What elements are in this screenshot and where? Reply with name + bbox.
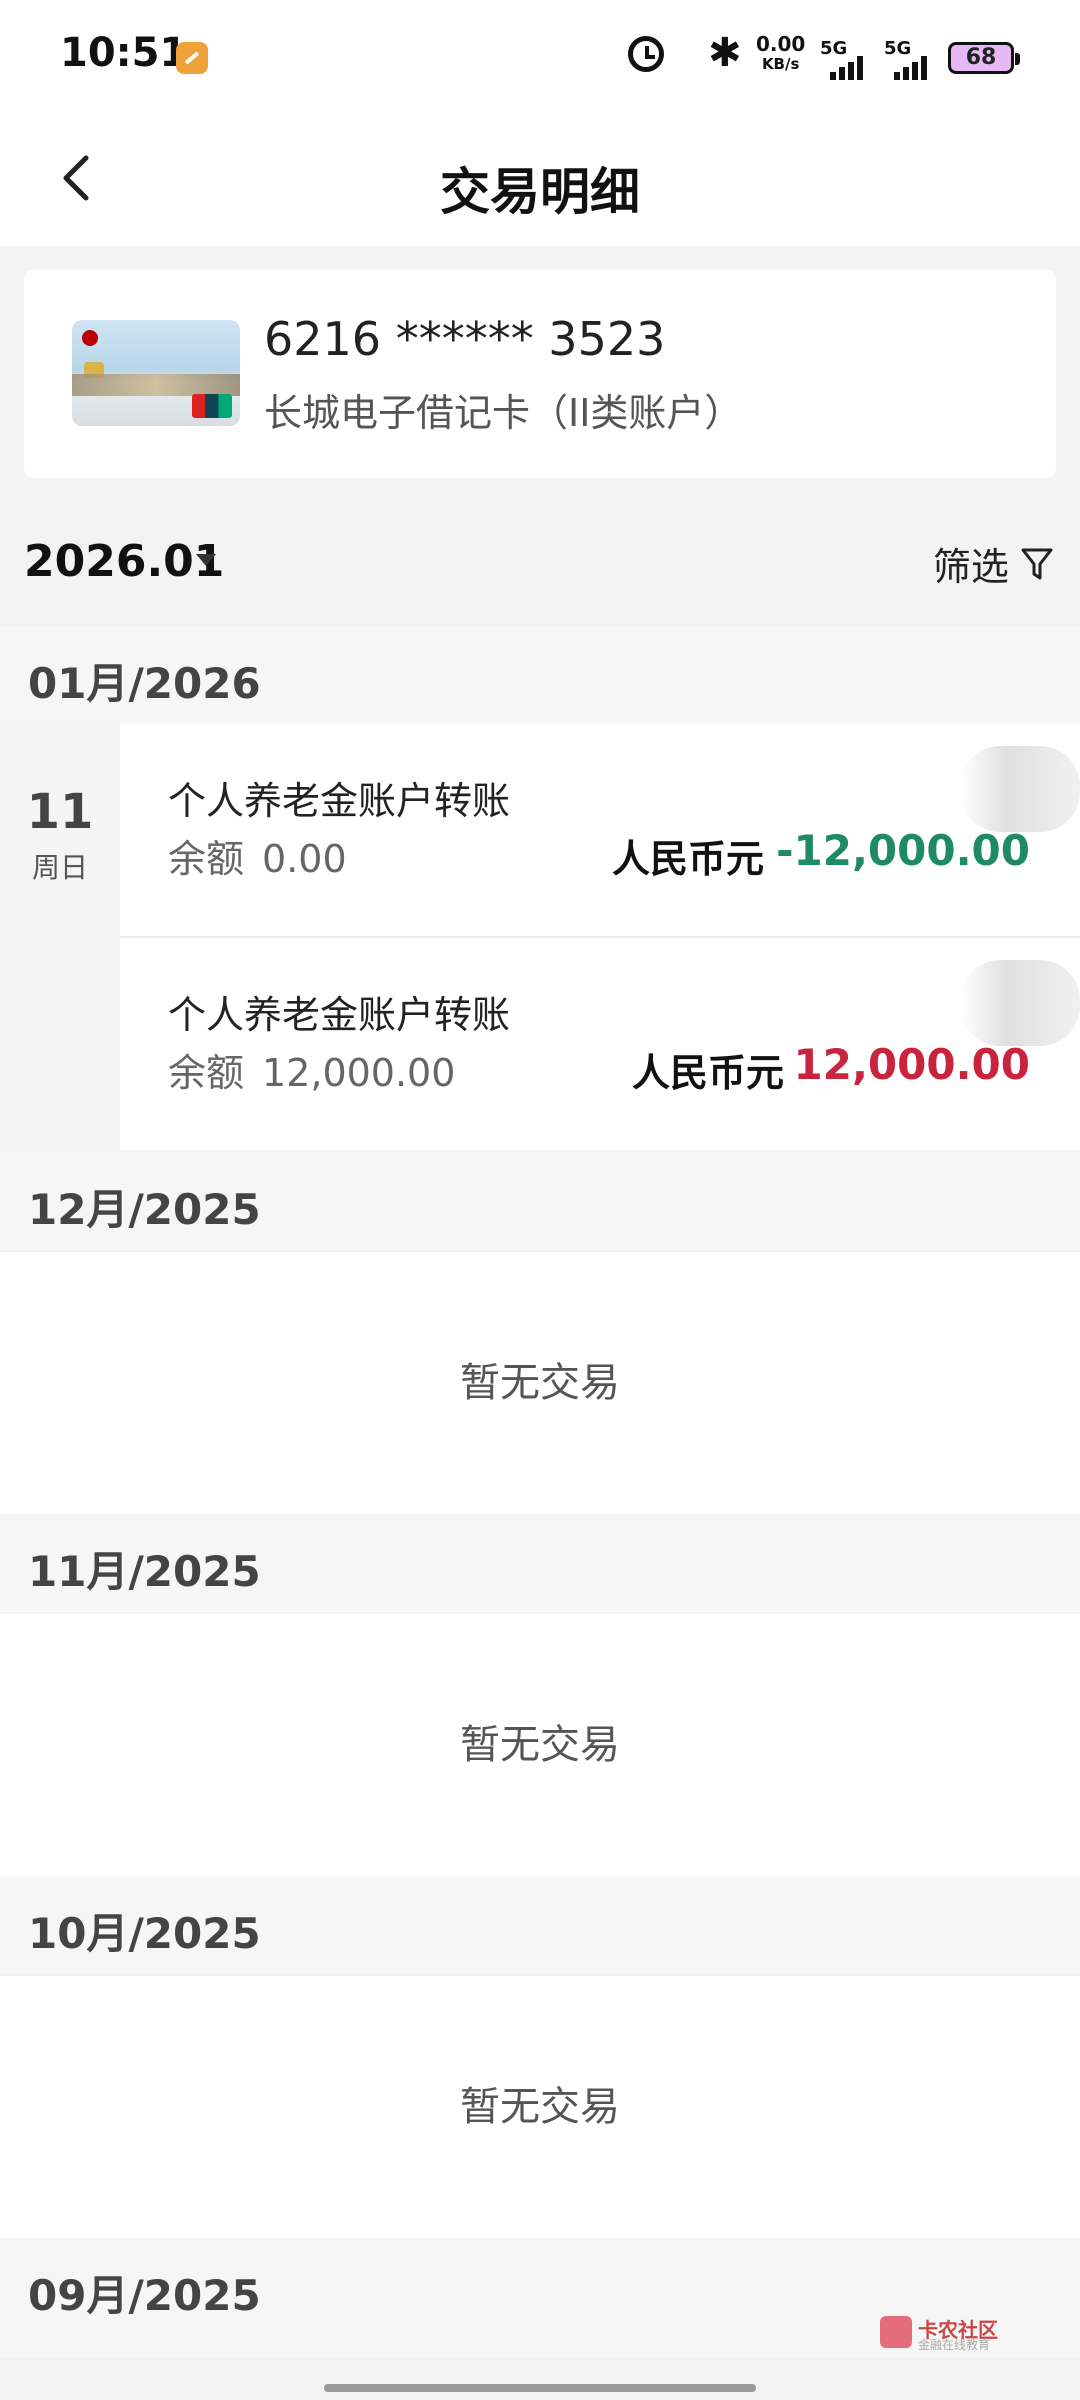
transaction-currency: 人民币元 (632, 1051, 785, 1095)
app-notification-icon (176, 42, 208, 74)
network-speed-value: 0.00 (756, 32, 806, 56)
transaction-row[interactable]: 个人养老金账户转账 余额 0.00 人民币元 -12,000.00 (120, 724, 1080, 938)
bank-card-info[interactable]: 6216 ****** 3523 长城电子借记卡（II类账户） (24, 270, 1056, 478)
date-column: 11 周日 (0, 724, 120, 1152)
network-speed-unit: KB/s (761, 55, 800, 73)
transaction-row[interactable]: 个人养老金账户转账 余额 12,000.00 人民币元 12,000.00 (120, 938, 1080, 1150)
battery-icon: 68 (948, 42, 1020, 74)
month-header-label: 12月/2025 (28, 1185, 261, 1234)
month-header-label: 11月/2025 (28, 1547, 261, 1596)
month-header: 11月/2025 (0, 1514, 1080, 1612)
redacted-mark (960, 746, 1080, 832)
signal-icon-2 (894, 56, 934, 80)
network-speed: 0.00 KB/s (756, 34, 805, 74)
status-icons: ✱ 0.00 KB/s 5G 5G 68 (600, 28, 1080, 88)
balance-label: 余额 (168, 1051, 245, 1095)
empty-state: 暂无交易 (0, 1976, 1080, 2238)
alarm-icon (628, 36, 664, 72)
page-title: 交易明细 (440, 163, 640, 221)
transaction-day-group: 11 周日 个人养老金账户转账 余额 0.00 人民币元 -12,000.00 个… (0, 724, 1080, 1152)
month-header: 01月/2026 (0, 626, 1080, 724)
bank-logo-icon (82, 330, 98, 346)
transaction-balance: 余额 0.00 (168, 828, 347, 883)
month-header: 12月/2025 (0, 1152, 1080, 1250)
balance-value: 12,000.00 (262, 1051, 456, 1095)
empty-state: 暂无交易 (0, 1252, 1080, 1514)
filter-row: 2026.01 筛选 (0, 500, 1080, 624)
transaction-amount: 12,000.00 (793, 1040, 1030, 1089)
date-day: 11 (26, 784, 94, 840)
funnel-icon (1021, 548, 1053, 579)
unionpay-logo-icon (192, 394, 232, 418)
month-header-label: 09月/2025 (28, 2271, 261, 2320)
bluetooth-icon: ✱ (708, 30, 742, 76)
transaction-amount: -12,000.00 (776, 826, 1030, 875)
month-header-label: 10月/2025 (28, 1909, 261, 1958)
nav-header: 交易明细 (0, 118, 1080, 246)
empty-state: 暂无交易 (0, 1614, 1080, 1876)
bank-card-image (72, 320, 240, 426)
balance-value: 0.00 (262, 837, 347, 881)
caret-down-icon[interactable] (196, 554, 216, 566)
month-selector[interactable]: 2026.01 (24, 536, 224, 587)
empty-state-text: 暂无交易 (460, 1360, 620, 1406)
watermark-subtext: 金融在线教育 (918, 2338, 991, 2352)
transaction-balance: 余额 12,000.00 (168, 1042, 455, 1097)
month-header-label: 01月/2026 (28, 659, 261, 708)
transaction-details-page: 10:51 ✱ 0.00 KB/s 5G 5G 68 交易明细 6216 ***… (0, 0, 1080, 2400)
status-bar: 10:51 ✱ 0.00 KB/s 5G 5G 68 (0, 0, 1080, 118)
watermark-logo-icon (880, 2316, 912, 2348)
date-weekday: 周日 (31, 851, 88, 884)
empty-state-text: 暂无交易 (460, 1722, 620, 1768)
transaction-title: 个人养老金账户转账 (168, 993, 511, 1037)
month-header: 10月/2025 (0, 1876, 1080, 1974)
balance-label: 余额 (168, 837, 245, 881)
status-time: 10:51 (60, 30, 188, 76)
signal-icon-1 (830, 56, 870, 80)
transaction-title: 个人养老金账户转账 (168, 779, 511, 823)
watermark: 卡农社区 金融在线教育 (880, 2314, 1020, 2354)
filter-button[interactable]: 筛选 (932, 536, 1054, 589)
filter-label: 筛选 (932, 545, 1009, 589)
card-type: 长城电子借记卡（II类账户） (264, 391, 743, 435)
redacted-mark (960, 960, 1080, 1046)
home-indicator[interactable] (324, 2384, 756, 2392)
transaction-currency: 人民币元 (612, 837, 765, 881)
card-number: 6216 ****** 3523 (264, 312, 666, 366)
empty-state-text: 暂无交易 (460, 2084, 620, 2130)
